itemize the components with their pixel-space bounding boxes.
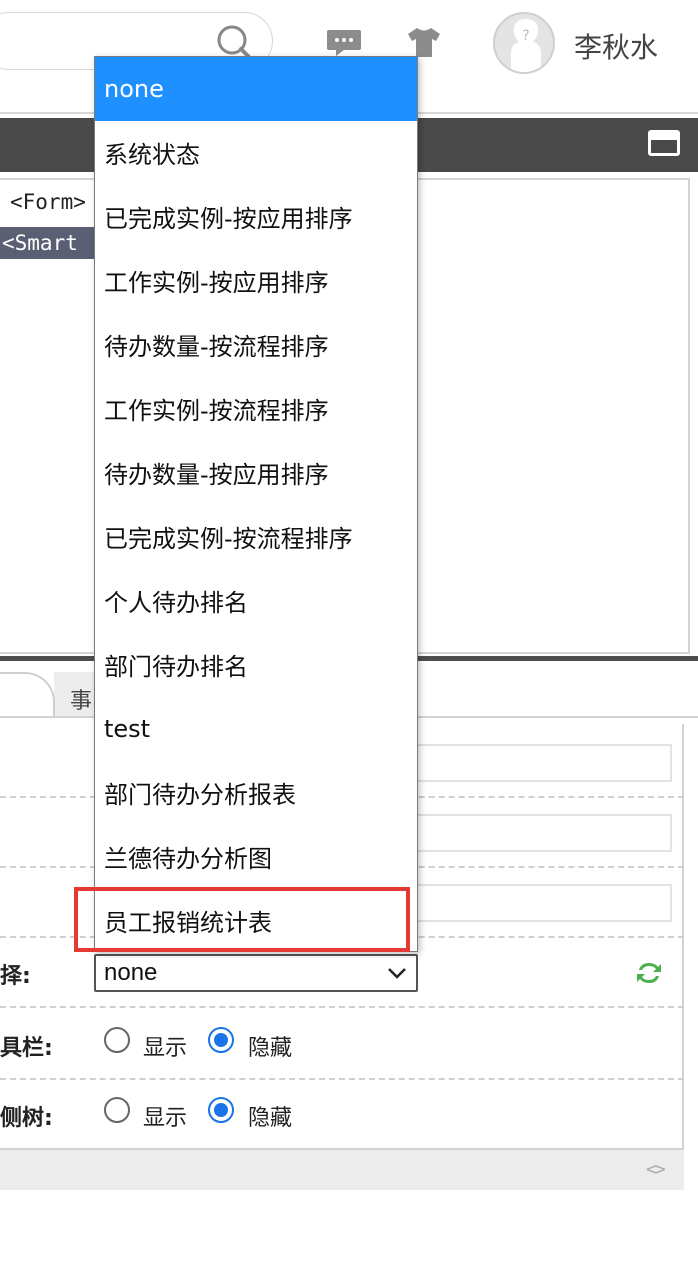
row-separator	[0, 1078, 684, 1080]
dropdown-option[interactable]: 兰德待办分析图	[95, 827, 417, 891]
dropdown-option[interactable]: 部门待办排名	[95, 635, 417, 699]
refresh-icon[interactable]	[634, 958, 664, 988]
sidebar-hide-radio[interactable]	[208, 1097, 234, 1123]
select-value: none	[104, 959, 158, 986]
property-input-3[interactable]	[400, 884, 672, 922]
toolbar-label-clip: 工具栏:	[0, 1030, 62, 1060]
dropdown-option[interactable]: 个人待办排名	[95, 571, 417, 635]
dropdown-option-none[interactable]: none	[95, 57, 417, 121]
sidebar-label-clip: 左侧树:	[0, 1100, 62, 1130]
property-input-2[interactable]	[400, 814, 672, 852]
property-input-1[interactable]	[400, 744, 672, 782]
dropdown-option[interactable]: test	[95, 697, 417, 761]
toolbar-show-radio[interactable]	[104, 1027, 130, 1053]
dropdown-option[interactable]: 已完成实例-按应用排序	[95, 187, 417, 251]
code-line: <Form>	[10, 190, 86, 214]
message-icon[interactable]	[326, 28, 362, 58]
dropdown-option[interactable]: 系统状态	[95, 123, 417, 187]
dropdown-option[interactable]: 已完成实例-按流程排序	[95, 507, 417, 571]
code-line-selected: <Smart	[0, 227, 98, 259]
dropdown-option[interactable]: 部门待办分析报表	[95, 763, 417, 827]
toolbar-hide-label[interactable]: 隐藏	[248, 1030, 292, 1062]
toolbar-label: 工具栏:	[0, 1036, 53, 1060]
sidebar-show-label[interactable]: 显示	[143, 1100, 187, 1132]
sidebar-show-radio[interactable]	[104, 1097, 130, 1123]
code-toggle-icon[interactable]: <>	[646, 1159, 674, 1180]
avatar-icon: ?	[511, 19, 541, 72]
shirt-icon[interactable]	[406, 26, 442, 58]
select-dropdown-list[interactable]: none 系统状态 已完成实例-按应用排序 工作实例-按应用排序 待办数量-按流…	[94, 56, 418, 952]
svg-text:?: ?	[522, 28, 529, 44]
maximize-icon[interactable]	[648, 130, 680, 156]
dropdown-option[interactable]: 待办数量-按应用排序	[95, 443, 417, 507]
tab-properties[interactable]	[0, 672, 55, 718]
sidebar-hide-label[interactable]: 隐藏	[248, 1100, 292, 1132]
toolbar-hide-radio[interactable]	[208, 1027, 234, 1053]
chevron-down-icon	[388, 968, 406, 979]
tab-events-label: 事	[70, 689, 93, 714]
dropdown-option[interactable]: 工作实例-按流程排序	[95, 379, 417, 443]
dropdown-option[interactable]: 工作实例-按应用排序	[95, 251, 417, 315]
user-name[interactable]: 李秋水	[574, 26, 658, 66]
select-label: 选择:	[0, 964, 31, 988]
dropdown-option[interactable]: 待办数量-按流程排序	[95, 315, 417, 379]
toolbar-show-label[interactable]: 显示	[143, 1030, 187, 1062]
user-avatar[interactable]: ?	[493, 12, 555, 74]
row-separator	[0, 1006, 684, 1008]
sidebar-tree-label: 左侧树:	[0, 1106, 53, 1130]
highlight-annotation-box	[74, 887, 410, 952]
select-label-clip: 选择:	[0, 958, 40, 988]
bottom-toolbar	[0, 1148, 684, 1190]
